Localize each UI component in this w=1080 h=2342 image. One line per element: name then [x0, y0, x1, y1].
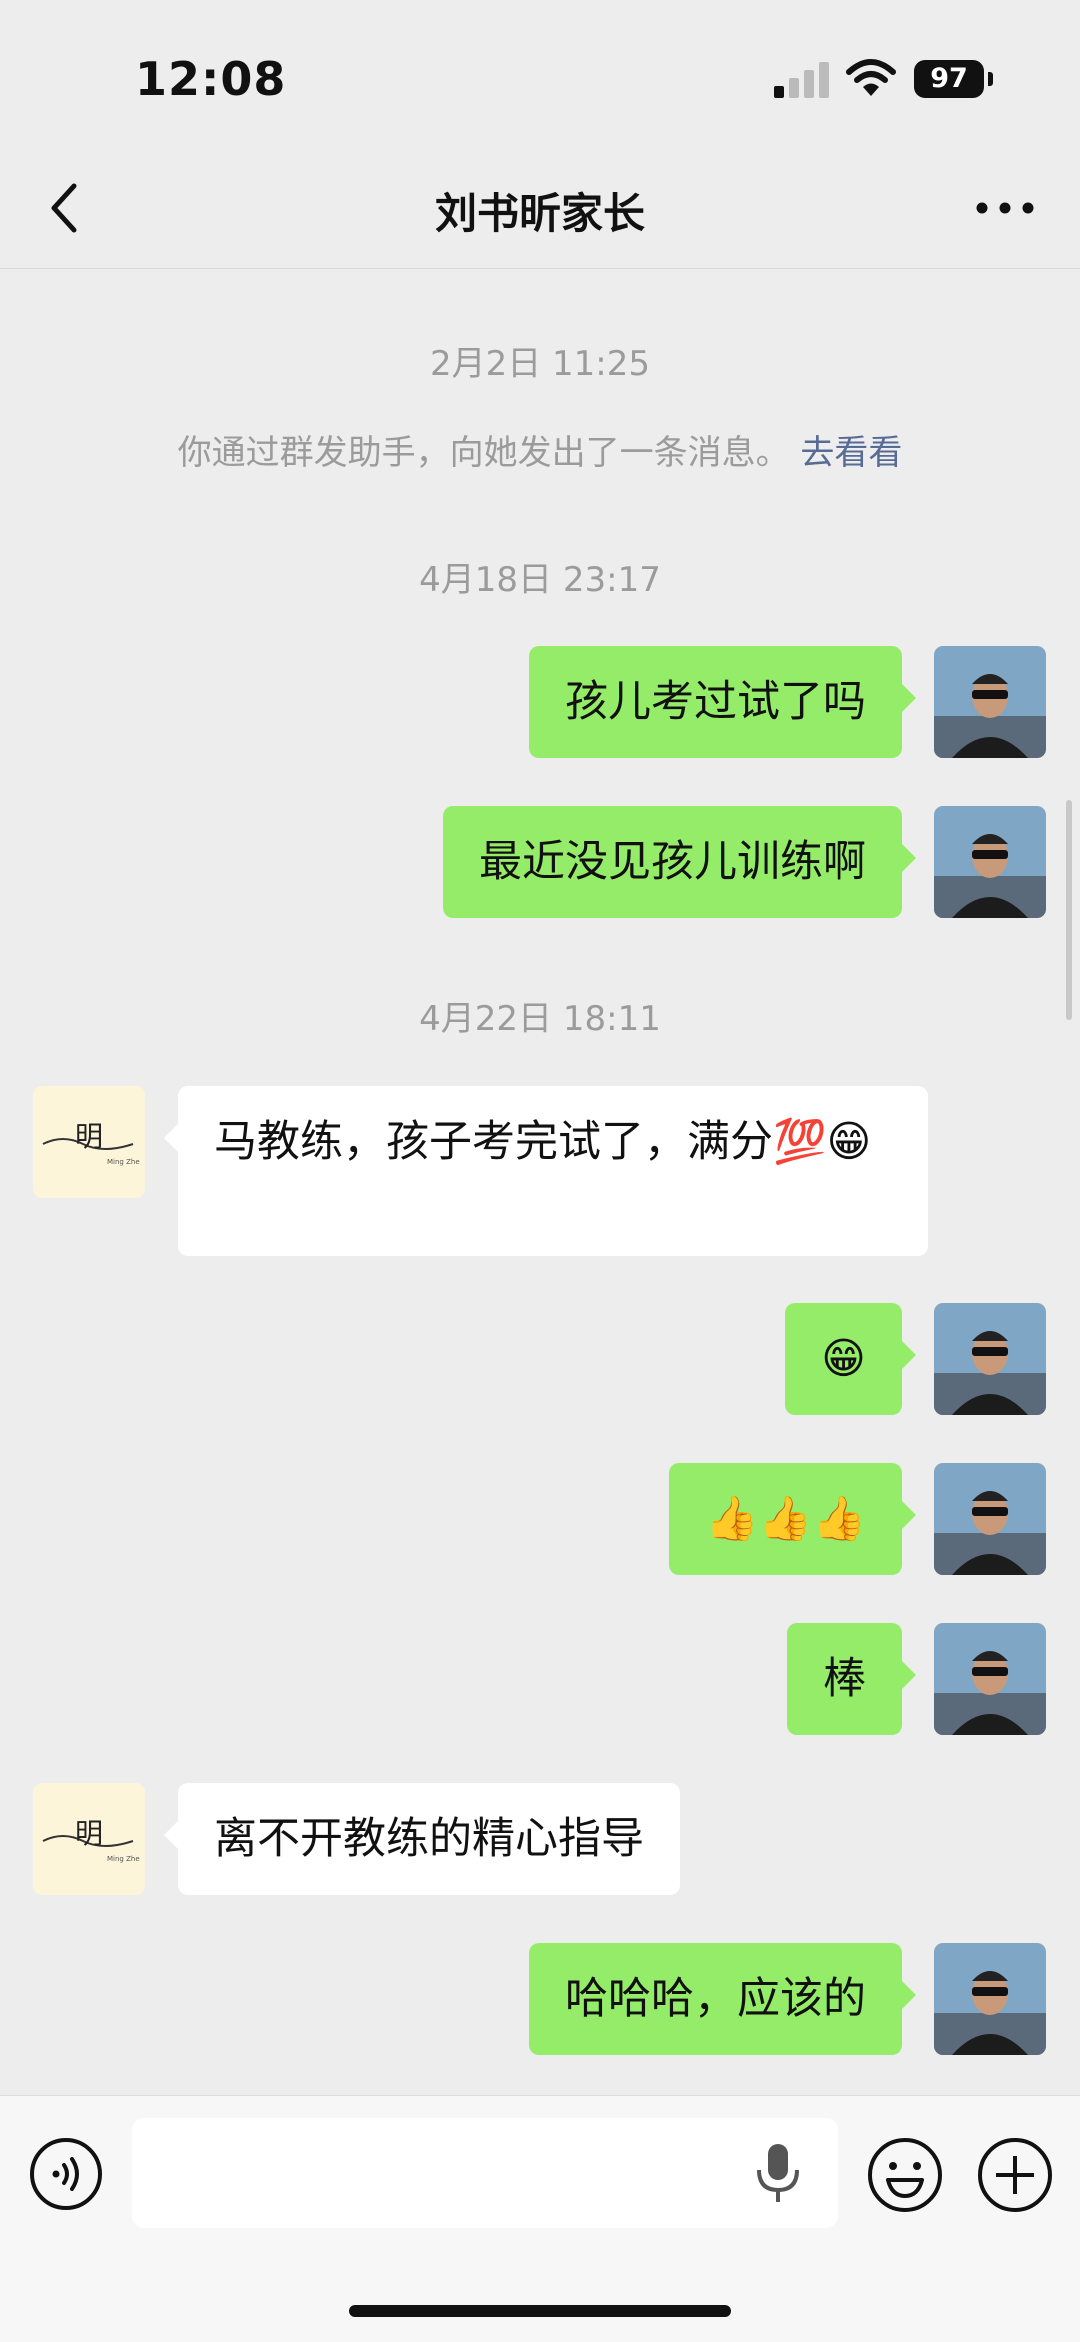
my-avatar[interactable] — [934, 1303, 1046, 1415]
status-time: 12:08 — [135, 52, 287, 106]
scrollbar[interactable] — [1066, 800, 1072, 1020]
message-bubble[interactable]: 马教练，孩子考完试了，满分💯😁 — [164, 1086, 928, 1256]
timestamp: 2月2日 11:25 — [429, 344, 651, 384]
view-link[interactable]: 去看看 — [800, 433, 902, 473]
message-bubble[interactable]: 离不开教练的精心指导 — [164, 1783, 680, 1895]
message-input[interactable] — [132, 2118, 838, 2228]
message-bubble[interactable]: 最近没见孩儿训练啊 — [443, 806, 916, 918]
contact-avatar[interactable]: 明 Ming Zhe — [33, 1086, 145, 1198]
wifi-icon — [846, 59, 896, 96]
emoji-icon[interactable] — [866, 2136, 944, 2214]
system-notice: 你通过群发助手，向她发出了一条消息。 去看看 — [0, 425, 1080, 474]
more-icon[interactable] — [970, 178, 1040, 238]
avatar-logo-char: 明 — [75, 1817, 103, 1850]
timestamp: 4月18日 23:17 — [419, 560, 661, 600]
message-bubble[interactable]: 棒 — [787, 1623, 916, 1735]
chat-title: 刘书昕家长 — [434, 189, 645, 238]
message-bubble[interactable]: 👍👍👍 — [669, 1463, 916, 1575]
my-avatar[interactable] — [934, 646, 1046, 758]
my-avatar[interactable] — [934, 806, 1046, 918]
system-notice-text: 你通过群发助手，向她发出了一条消息。 — [177, 433, 790, 473]
my-avatar[interactable] — [934, 1463, 1046, 1575]
contact-avatar[interactable]: 明 Ming Zhe — [33, 1783, 145, 1895]
message-bubble[interactable]: 哈哈哈，应该的 — [529, 1943, 916, 2055]
plus-icon[interactable] — [976, 2136, 1054, 2214]
my-avatar[interactable] — [934, 1943, 1046, 2055]
home-indicator — [349, 2305, 731, 2317]
my-avatar[interactable] — [934, 1623, 1046, 1735]
timestamp: 4月22日 18:11 — [419, 999, 661, 1039]
message-bubble[interactable]: 😁 — [785, 1303, 916, 1415]
battery-icon: 97 — [914, 60, 984, 98]
avatar-logo-char: 明 — [75, 1120, 103, 1153]
battery-tip — [988, 72, 993, 86]
voice-icon[interactable] — [28, 2136, 104, 2212]
cellular-signal-icon — [774, 62, 830, 98]
nav-bar: 刘书昕家长 — [0, 150, 1080, 269]
avatar-logo-subtext: Ming Zhe — [107, 1158, 140, 1166]
mic-icon[interactable] — [752, 2142, 804, 2204]
avatar-logo-subtext: Ming Zhe — [107, 1855, 140, 1863]
status-bar: 12:08 97 — [0, 0, 1080, 150]
message-bubble[interactable]: 孩儿考过试了吗 — [529, 646, 916, 758]
